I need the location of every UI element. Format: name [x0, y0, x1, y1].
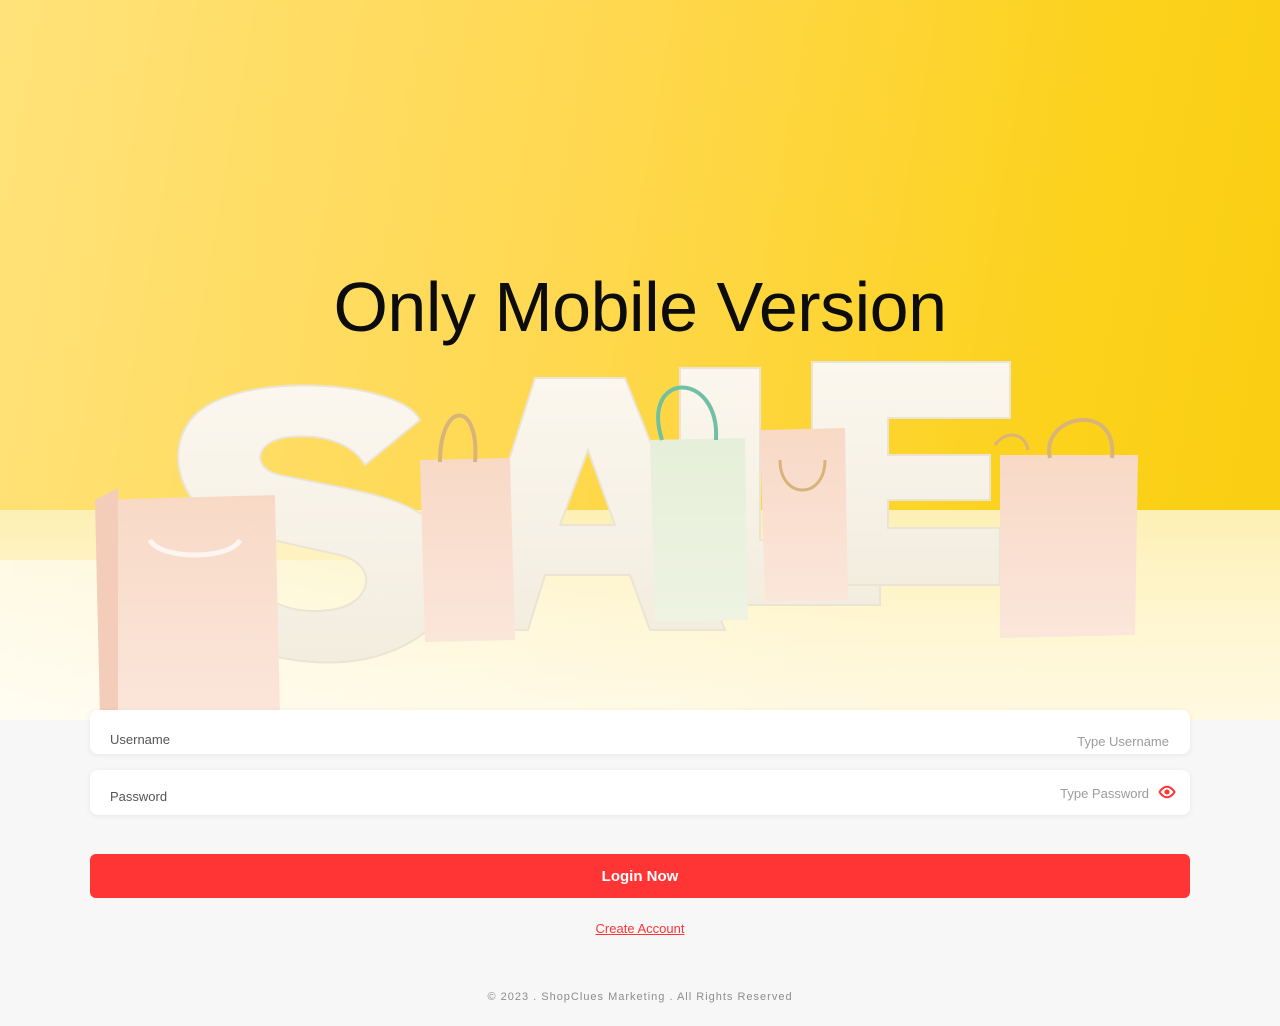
bag-s: [420, 458, 515, 642]
password-field: Password: [90, 770, 1190, 815]
bag-left: [95, 495, 280, 715]
create-account-link[interactable]: Create Account: [0, 921, 1280, 936]
hero-title: Only Mobile Version: [333, 268, 947, 346]
eye-icon[interactable]: [1158, 783, 1176, 801]
username-label: Username: [110, 732, 170, 747]
username-input[interactable]: [569, 731, 1169, 751]
password-label: Password: [110, 789, 168, 804]
bag-middle: [760, 428, 848, 602]
username-field: Username: [90, 710, 1190, 754]
sale-banner-image: [95, 361, 1138, 715]
login-page: Only Mobile Version Username Password Lo…: [0, 0, 1280, 1026]
bag-right: [1000, 455, 1138, 638]
bag-mint: [650, 438, 748, 622]
footer-copyright: © 2023 . ShopClues Marketing . All Right…: [487, 991, 793, 1003]
login-button[interactable]: Login Now: [90, 854, 1190, 898]
hero-banner: Only Mobile Version: [0, 0, 1280, 720]
password-input[interactable]: [549, 783, 1149, 803]
